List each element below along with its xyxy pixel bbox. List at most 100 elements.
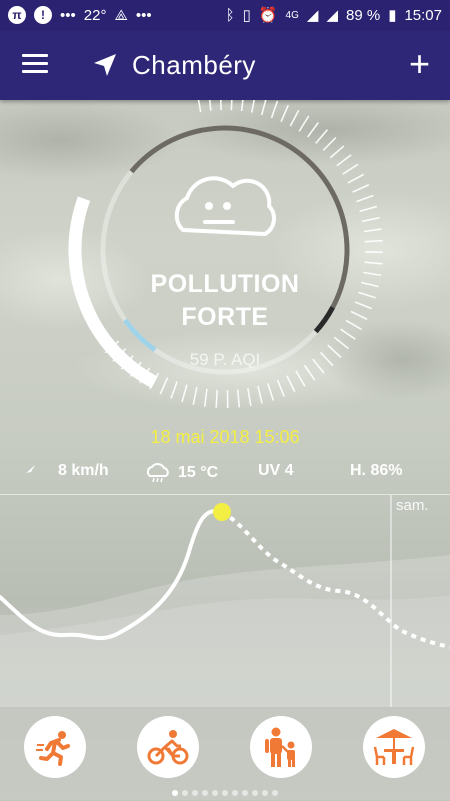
bluetooth-icon: ᛒ <box>226 7 235 24</box>
rain-cloud-icon <box>146 462 170 484</box>
humidity-value: H. 86% <box>350 462 402 480</box>
status-time: 15:07 <box>404 7 442 24</box>
page-dot[interactable] <box>252 790 258 796</box>
gauge-tick <box>323 137 336 150</box>
page-indicator[interactable] <box>0 783 450 801</box>
status-temperature: 22° <box>84 7 107 24</box>
terrace-icon <box>372 727 416 767</box>
family-icon <box>261 726 301 768</box>
page-dot[interactable] <box>242 790 248 796</box>
gauge-tick <box>160 378 167 394</box>
pollution-level-line1: POLLUTION <box>0 270 450 299</box>
aqi-gauge <box>0 100 450 430</box>
gauge-tick <box>248 388 251 406</box>
more-icon: ••• <box>136 7 152 24</box>
cyclist-icon <box>147 727 189 767</box>
family-activity-button[interactable] <box>250 716 312 778</box>
aqi-value: 59 P. AQI <box>0 350 450 370</box>
gauge-tick <box>268 383 274 400</box>
gauge-tick <box>182 385 187 402</box>
gauge-tick <box>343 164 358 174</box>
gauge-tick <box>193 387 197 405</box>
wind-stat: 8 km/h <box>22 462 109 480</box>
gauge-tick <box>277 380 284 397</box>
wind-direction-icon <box>22 464 36 478</box>
dots-icon: ••• <box>60 7 76 24</box>
signal-icon: ◢ <box>307 6 319 24</box>
gauge-tick <box>365 241 383 242</box>
gauge-tick <box>290 110 298 126</box>
gauge-tick <box>258 386 262 403</box>
page-dot[interactable] <box>262 790 268 796</box>
cycling-activity-button[interactable] <box>137 716 199 778</box>
measurement-date: 18 mai 2018 15:06 <box>0 427 450 448</box>
gauge-tick <box>198 100 201 112</box>
gauge-tick <box>242 100 244 111</box>
app-bar: Chambéry + <box>0 30 450 100</box>
gauge-tick <box>238 389 240 407</box>
battery-percent: 89 % <box>346 7 380 24</box>
gauge-tick <box>299 116 309 131</box>
vibrate-icon: ▯ <box>243 6 251 24</box>
page-dot[interactable] <box>272 790 278 796</box>
running-activity-button[interactable] <box>24 716 86 778</box>
location-arrow-icon[interactable] <box>92 52 118 78</box>
gauge-tick <box>296 371 305 387</box>
humidity-stat: H. 86% <box>350 462 402 480</box>
gauge-tick <box>348 174 364 183</box>
signal2-icon: ◢ <box>326 6 338 24</box>
city-name[interactable]: Chambéry <box>132 50 256 81</box>
uv-stat: UV 4 <box>258 462 294 480</box>
runner-icon <box>35 727 75 767</box>
uv-index: UV 4 <box>258 462 294 480</box>
page-dot[interactable] <box>192 790 198 796</box>
gauge-tick <box>362 218 380 222</box>
gauge-tick <box>209 100 211 111</box>
battery-icon: ▮ <box>388 6 396 24</box>
gauge-tick <box>287 376 295 392</box>
weather-stats: 8 km/h 15 °C UV 4 H. 86% <box>0 462 450 486</box>
forecast-day-label: sam. <box>396 497 429 514</box>
page-dot[interactable] <box>222 790 228 796</box>
menu-icon[interactable] <box>22 54 48 76</box>
gauge-tick <box>216 390 217 408</box>
wind-speed: 8 km/h <box>58 462 109 480</box>
gauge-tick <box>252 100 255 113</box>
gauge-tick <box>171 382 177 399</box>
page-dot[interactable] <box>232 790 238 796</box>
gauge-tick <box>334 337 348 348</box>
gauge-tick <box>356 195 373 201</box>
add-city-button[interactable]: + <box>409 44 430 84</box>
gauge-tick <box>231 100 232 110</box>
gauge-tick <box>221 100 222 110</box>
navigation-icon: ⟁ <box>114 7 127 24</box>
gauge-tick <box>205 389 207 407</box>
gauge-tick <box>262 100 267 115</box>
gauge-tick <box>360 206 377 211</box>
gauge-tick <box>272 101 278 118</box>
pollution-level-line2: FORTE <box>0 303 450 332</box>
status-bar: π ! ••• 22° ⟁ ••• ᛒ ▯ ⏰ 4G ◢ ◢ 89 % ▮ 15… <box>0 0 450 30</box>
page-dot[interactable] <box>182 790 188 796</box>
gauge-tick <box>364 262 382 264</box>
network-type: 4G <box>286 10 299 21</box>
alarm-icon: ⏰ <box>259 6 278 24</box>
page-dot[interactable] <box>212 790 218 796</box>
gauge-tick <box>308 123 319 138</box>
temperature-stat: 15 °C <box>146 462 218 484</box>
pi-icon: π <box>8 6 26 24</box>
alert-icon: ! <box>34 6 52 24</box>
pollution-forecast-chart[interactable] <box>0 495 450 707</box>
temperature-value: 15 °C <box>178 464 218 482</box>
gauge-tick <box>364 229 382 231</box>
cloud-face-icon <box>177 178 274 234</box>
gauge-tick <box>330 146 344 158</box>
gauge-tick <box>281 105 288 121</box>
terrace-activity-button[interactable] <box>363 716 425 778</box>
gauge-tick <box>337 155 351 166</box>
current-time-marker[interactable] <box>213 503 231 521</box>
gauge-tick <box>352 185 368 192</box>
page-dot[interactable] <box>172 790 178 796</box>
gauge-tick <box>316 130 328 144</box>
page-dot[interactable] <box>202 790 208 796</box>
